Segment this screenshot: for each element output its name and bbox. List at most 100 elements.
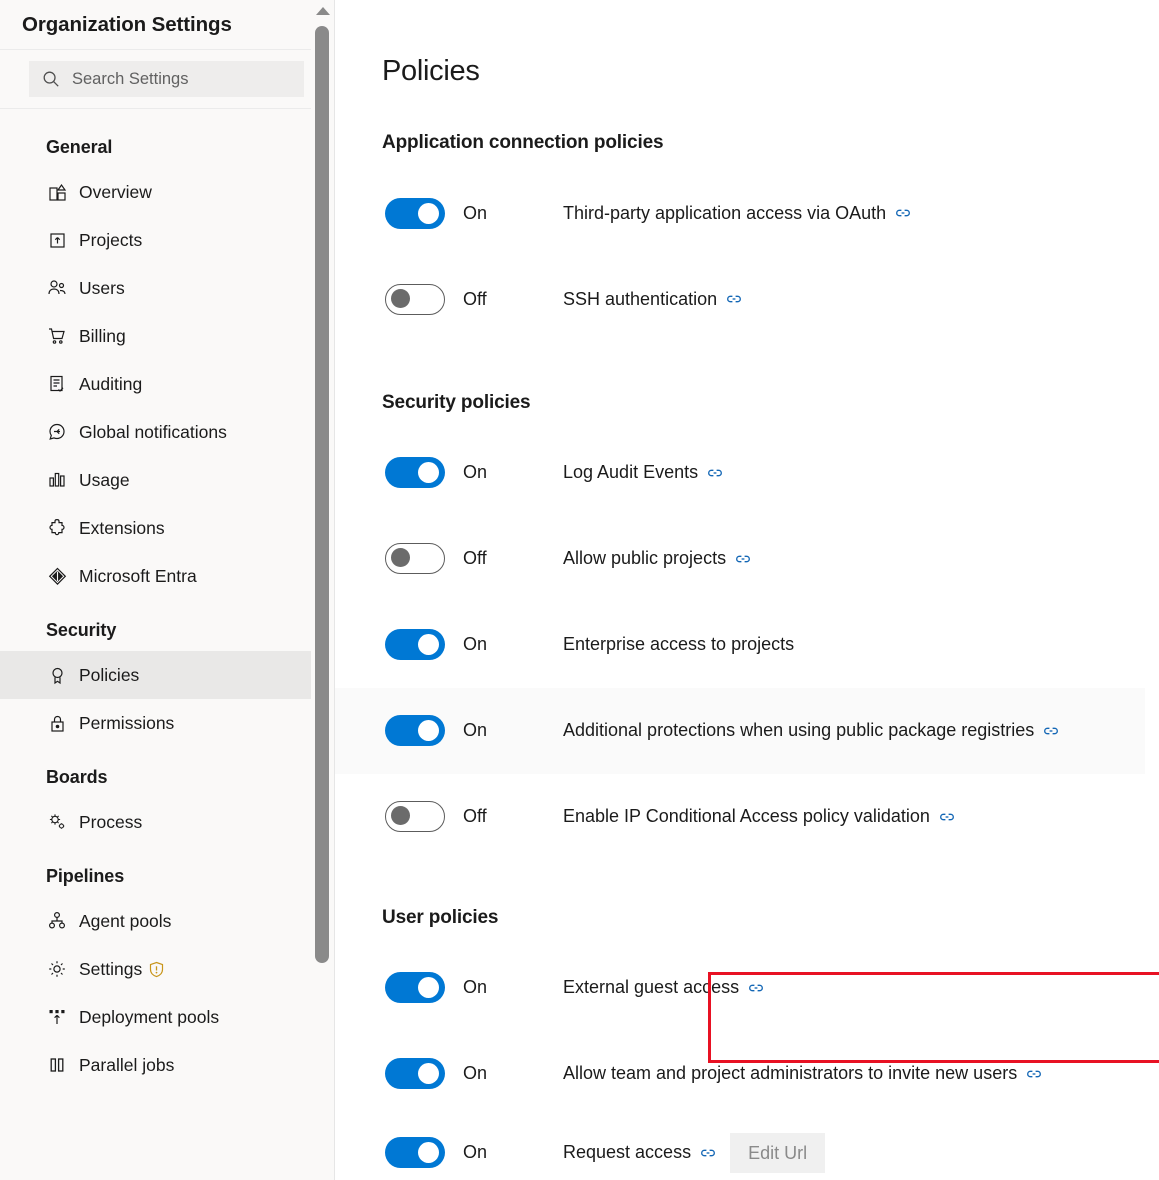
policy-row-highlighted: On Allow team and project administrators… xyxy=(335,1031,1145,1117)
edit-url-button[interactable]: Edit Url xyxy=(730,1132,826,1173)
policy-state-label: Off xyxy=(463,806,487,827)
policies-ribbon-icon xyxy=(46,664,68,686)
policy-label-wrap: Enable IP Conditional Access policy vali… xyxy=(563,806,955,827)
sidebar-item-label: Deployment pools xyxy=(79,1006,220,1027)
toggle-knob xyxy=(418,1063,439,1085)
auditing-icon xyxy=(46,373,68,395)
sidebar-item-auditing[interactable]: Auditing xyxy=(0,360,335,408)
link-icon[interactable] xyxy=(735,551,751,567)
policy-row: On Request access Edit Url xyxy=(335,1117,1145,1180)
policy-toggle[interactable] xyxy=(385,715,445,747)
sidebar-item-projects[interactable]: Projects xyxy=(0,216,335,264)
deployment-pools-icon xyxy=(46,1006,68,1028)
link-icon[interactable] xyxy=(1043,723,1059,739)
sidebar-item-extensions[interactable]: Extensions xyxy=(0,504,335,552)
policy-state-label: On xyxy=(463,977,488,998)
policy-row: On Third-party application access via OA… xyxy=(335,170,1145,256)
section-user-policies: User policies On External guest access O… xyxy=(335,907,1159,1180)
policy-row: On Log Audit Events xyxy=(335,430,1145,516)
sidebar-item-billing[interactable]: Billing xyxy=(0,312,335,360)
sidebar-item-permissions[interactable]: Permissions xyxy=(0,699,335,747)
policy-toggle[interactable] xyxy=(385,1058,445,1090)
sidebar-item-usage[interactable]: Usage xyxy=(0,456,335,504)
toggle-knob xyxy=(391,548,410,568)
search-input[interactable]: Search Settings xyxy=(29,61,304,97)
section-title: User policies xyxy=(382,906,499,928)
sidebar-item-microsoft-entra[interactable]: Microsoft Entra xyxy=(0,552,335,600)
link-icon[interactable] xyxy=(939,809,955,825)
warning-shield-icon xyxy=(148,961,165,978)
scroll-up-arrow-icon[interactable] xyxy=(316,7,330,15)
policy-label-wrap: Third-party application access via OAuth xyxy=(563,203,911,224)
organization-settings-page: Organization Settings Search Settings Ge… xyxy=(0,0,1159,1180)
policy-label-wrap: External guest access xyxy=(563,977,764,998)
policy-toggle[interactable] xyxy=(385,457,445,489)
policy-toggle[interactable] xyxy=(385,543,445,575)
section-title: Application connection policies xyxy=(382,132,664,154)
link-icon[interactable] xyxy=(895,205,911,221)
policy-row: Off SSH authentication xyxy=(335,256,1145,342)
policy-label-wrap: Additional protections when using public… xyxy=(563,720,1059,741)
sidebar-item-deployment-pools[interactable]: Deployment pools xyxy=(0,993,335,1041)
toggle-knob xyxy=(391,806,410,826)
nav-group-security: Security xyxy=(46,620,117,640)
search-container: Search Settings xyxy=(0,50,335,109)
sidebar-title: Organization Settings xyxy=(22,12,232,36)
link-icon[interactable] xyxy=(707,465,723,481)
sidebar-header: Organization Settings xyxy=(0,0,335,50)
policy-label-wrap: SSH authentication xyxy=(563,289,742,310)
policy-toggle[interactable] xyxy=(385,801,445,833)
parallel-jobs-icon xyxy=(46,1054,68,1076)
overview-icon xyxy=(46,181,68,203)
link-icon[interactable] xyxy=(1026,1066,1042,1082)
sidebar-item-settings[interactable]: Settings xyxy=(0,945,335,993)
nav-group-general: General xyxy=(46,137,113,157)
policy-row: On Additional protections when using pub… xyxy=(335,687,1145,774)
toggle-knob xyxy=(418,1142,439,1164)
policy-label: External guest access xyxy=(563,977,740,998)
policy-state-label: On xyxy=(463,202,488,223)
nav-group-boards: Boards xyxy=(46,767,108,787)
sidebar-item-users[interactable]: Users xyxy=(0,264,335,312)
sidebar-item-label: Extensions xyxy=(79,517,165,538)
policy-toggle[interactable] xyxy=(385,197,445,229)
policy-label: Log Audit Events xyxy=(563,462,699,483)
policy-toggle[interactable] xyxy=(385,283,445,315)
sidebar-item-label: Settings xyxy=(79,958,143,979)
policy-toggle[interactable] xyxy=(385,629,445,661)
sidebar-item-agent-pools[interactable]: Agent pools xyxy=(0,897,335,945)
policy-label-wrap: Request access Edit Url xyxy=(563,1132,826,1173)
settings-gear-icon xyxy=(46,958,68,980)
sidebar-item-label: Auditing xyxy=(79,373,143,394)
billing-cart-icon xyxy=(46,325,68,347)
policy-label: Additional protections when using public… xyxy=(563,720,1035,741)
policy-state-label: Off xyxy=(463,548,487,569)
sidebar-item-label: Parallel jobs xyxy=(79,1054,175,1075)
policy-state-label: On xyxy=(463,1063,488,1084)
link-icon[interactable] xyxy=(700,1145,716,1161)
scrollbar-thumb[interactable] xyxy=(315,26,329,963)
sidebar-item-policies[interactable]: Policies xyxy=(0,651,335,699)
nav-group-pipelines: Pipelines xyxy=(46,866,125,886)
toggle-knob xyxy=(418,202,439,224)
sidebar-item-global-notifications[interactable]: Global notifications xyxy=(0,408,335,456)
sidebar-scrollbar[interactable] xyxy=(311,0,335,1180)
sidebar-item-overview[interactable]: Overview xyxy=(0,168,335,216)
policy-row: On Enterprise access to projects xyxy=(335,602,1145,688)
toggle-knob xyxy=(418,462,439,484)
page-title: Policies xyxy=(382,55,480,88)
sidebar-item-label: Agent pools xyxy=(79,910,172,931)
policy-toggle[interactable] xyxy=(385,1137,445,1169)
sidebar-item-label: Users xyxy=(79,277,125,298)
toggle-knob xyxy=(391,288,410,308)
sidebar-item-process[interactable]: Process xyxy=(0,798,335,846)
sidebar-item-label: Permissions xyxy=(79,712,175,733)
policy-toggle[interactable] xyxy=(385,972,445,1004)
toggle-knob xyxy=(418,634,439,656)
toggle-knob xyxy=(418,977,439,999)
sidebar-item-label: Billing xyxy=(79,325,126,346)
policy-label: SSH authentication xyxy=(563,288,718,309)
sidebar-item-parallel-jobs[interactable]: Parallel jobs xyxy=(0,1041,335,1089)
link-icon[interactable] xyxy=(726,291,742,307)
link-icon[interactable] xyxy=(748,980,764,996)
